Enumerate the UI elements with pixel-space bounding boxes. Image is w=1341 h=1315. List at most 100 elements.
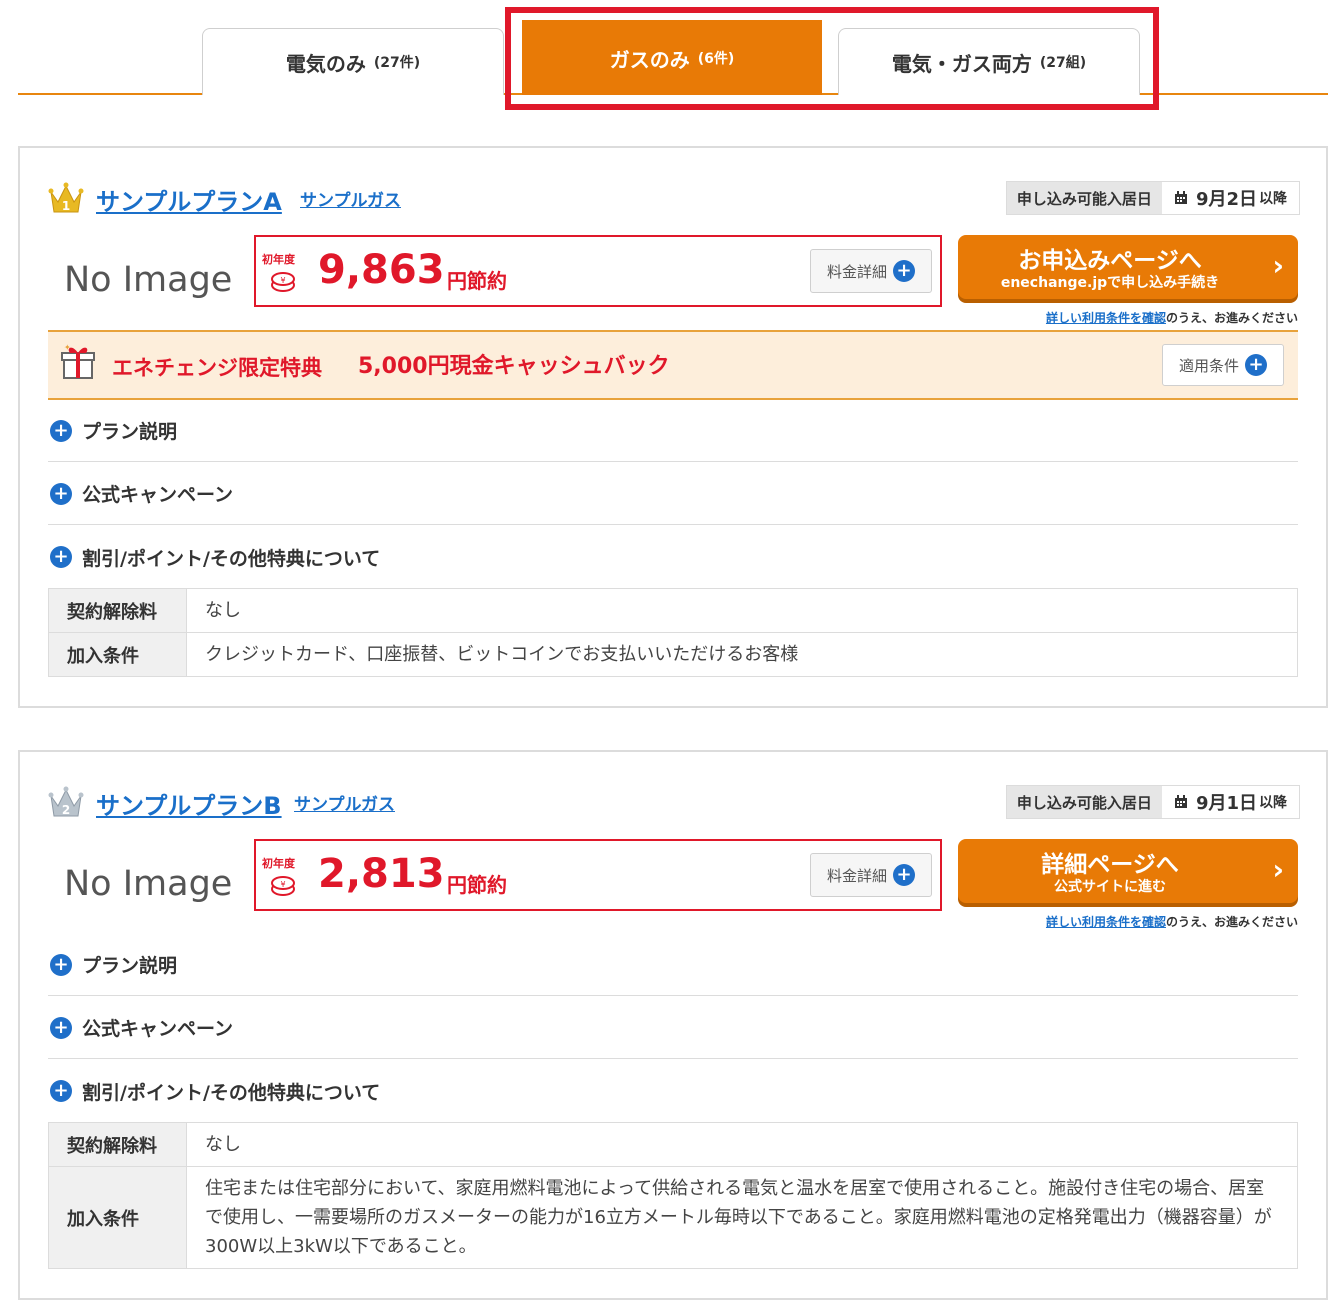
detail-button-sublabel: 公式サイトに進む bbox=[1054, 879, 1166, 895]
savings-suffix: 円節約 bbox=[447, 873, 507, 897]
accordion-label: 割引/ポイント/その他特典について bbox=[82, 547, 381, 570]
calendar-icon bbox=[1174, 795, 1187, 808]
movein-label: 申し込み可能入居日 bbox=[1006, 182, 1162, 214]
calendar-icon bbox=[1174, 191, 1187, 204]
plus-circle-icon: + bbox=[50, 1016, 72, 1039]
accordion-label: 公式キャンペーン bbox=[82, 1018, 234, 1040]
savings-box: 初年度 ¥ 2,813 円節約 料金詳細 + bbox=[254, 839, 942, 911]
first-year-label: 初年度 bbox=[262, 253, 295, 266]
rank-number: 2 bbox=[62, 803, 70, 817]
coin-icon: ¥ bbox=[271, 272, 295, 292]
tab-highlight-box bbox=[505, 7, 1159, 110]
first-year-label: 初年度 bbox=[262, 857, 295, 870]
movein-date: 9月2日 bbox=[1195, 189, 1257, 210]
table-row: 加入条件 住宅または住宅部分において、家庭用燃料電池によって供給される電気と温水… bbox=[48, 1166, 1298, 1269]
plan-card: 1 サンプルプランA サンプルガス 申し込み可能入居日 9月2日 以降 No Im… bbox=[18, 146, 1328, 708]
movein-date-box: 申し込み可能入居日 9月2日 以降 bbox=[1005, 181, 1300, 215]
terms-note: 詳しい利用条件を確認のうえ、お進みください bbox=[1046, 913, 1298, 930]
accordion-discounts-points[interactable]: + 割引/ポイント/その他特典について bbox=[48, 1060, 1298, 1122]
table-value: なし bbox=[186, 1122, 1298, 1167]
plus-circle-icon: + bbox=[50, 953, 72, 976]
terms-note-text: のうえ、お進みください bbox=[1165, 311, 1298, 325]
plan-info-table: 契約解除料 なし 加入条件 住宅または住宅部分において、家庭用燃料電池によって供… bbox=[48, 1122, 1298, 1269]
fee-detail-label: 料金詳細 bbox=[826, 262, 887, 281]
fee-detail-button[interactable]: 料金詳細 + bbox=[810, 249, 932, 293]
savings-box: 初年度 ¥ 9,863 円節約 料金詳細 + bbox=[254, 235, 942, 307]
table-row: 契約解除料 なし bbox=[48, 1122, 1298, 1167]
no-image-placeholder: No Image bbox=[64, 260, 233, 300]
movein-suffix: 以降 bbox=[1259, 795, 1287, 811]
table-row: 契約解除料 なし bbox=[48, 588, 1298, 633]
accordion-discounts-points[interactable]: + 割引/ポイント/その他特典について bbox=[48, 526, 1298, 588]
chevron-right-icon: › bbox=[1272, 853, 1284, 886]
plus-circle-icon: + bbox=[893, 260, 915, 282]
apply-button-label: お申込みページへ bbox=[1018, 248, 1202, 274]
plan-name-link[interactable]: サンプルプランB bbox=[96, 786, 282, 821]
crown-silver-icon: 2 bbox=[48, 786, 84, 817]
accordion-label: プラン説明 bbox=[82, 955, 178, 977]
table-value: クレジットカード、口座振替、ビットコインでお支払いいただけるお客様 bbox=[186, 632, 1298, 677]
savings-amount: 9,863 bbox=[318, 247, 445, 293]
accordion-label: プラン説明 bbox=[82, 421, 178, 443]
accordion-label: 公式キャンペーン bbox=[82, 484, 234, 506]
plus-circle-icon: + bbox=[50, 419, 72, 442]
supplier-link[interactable]: サンプルガス bbox=[300, 186, 401, 211]
tab-label: 電気のみ bbox=[285, 51, 366, 76]
apply-page-button[interactable]: お申込みページへ enechange.jpで申し込み手続き › bbox=[958, 235, 1298, 299]
tab-count: (27件) bbox=[373, 55, 421, 71]
svg-text:✦: ✦ bbox=[64, 343, 71, 352]
svg-text:¥: ¥ bbox=[280, 276, 285, 285]
tab-electricity-only[interactable]: 電気のみ (27件) bbox=[202, 28, 504, 95]
plus-circle-icon: + bbox=[50, 1080, 72, 1102]
plus-circle-icon: + bbox=[893, 864, 915, 886]
terms-note: 詳しい利用条件を確認のうえ、お進みください bbox=[1046, 309, 1298, 326]
svg-text:¥: ¥ bbox=[280, 880, 285, 889]
terms-note-text: のうえ、お進みください bbox=[1165, 915, 1298, 929]
accordion-official-campaign[interactable]: + 公式キャンペーン bbox=[48, 997, 1298, 1059]
movein-suffix: 以降 bbox=[1259, 191, 1287, 207]
plan-card: 2 サンプルプランB サンプルガス 申し込み可能入居日 9月1日 以降 No Im… bbox=[18, 750, 1328, 1300]
crown-gold-icon: 1 bbox=[48, 182, 84, 213]
accordion-plan-description[interactable]: + プラン説明 bbox=[48, 934, 1298, 996]
movein-date: 9月1日 bbox=[1195, 793, 1257, 814]
benefit-title: エネチェンジ限定特典 bbox=[112, 356, 322, 380]
table-key: 加入条件 bbox=[48, 632, 187, 677]
plan-info-table: 契約解除料 なし 加入条件 クレジットカード、口座振替、ビットコインでお支払いい… bbox=[48, 588, 1298, 677]
terms-link[interactable]: 詳しい利用条件を確認 bbox=[1046, 915, 1166, 929]
exclusive-benefit-banner: ✦ エネチェンジ限定特典 5,000円現金キャッシュバック 適用条件 + bbox=[48, 330, 1298, 400]
table-value: なし bbox=[186, 588, 1298, 633]
terms-link[interactable]: 詳しい利用条件を確認 bbox=[1046, 311, 1166, 325]
table-row: 加入条件 クレジットカード、口座振替、ビットコインでお支払いいただけるお客様 bbox=[48, 632, 1298, 677]
movein-value: 9月2日 以降 bbox=[1161, 182, 1299, 214]
savings-suffix: 円節約 bbox=[447, 269, 507, 293]
savings-amount: 2,813 bbox=[318, 851, 445, 897]
no-image-placeholder: No Image bbox=[64, 864, 233, 904]
movein-date-box: 申し込み可能入居日 9月1日 以降 bbox=[1005, 785, 1300, 819]
table-key: 契約解除料 bbox=[48, 1122, 187, 1167]
fee-detail-label: 料金詳細 bbox=[826, 866, 887, 885]
fee-detail-button[interactable]: 料金詳細 + bbox=[810, 853, 932, 897]
gift-icon: ✦ bbox=[61, 343, 95, 379]
plus-circle-icon: + bbox=[50, 546, 72, 568]
plan-type-tabs: 電気のみ (27件) ガスのみ (6件) 電気・ガス両方 (27組) bbox=[0, 0, 1341, 110]
table-value: 住宅または住宅部分において、家庭用燃料電池によって供給される電気と温水を居室で使… bbox=[186, 1166, 1298, 1269]
plus-circle-icon: + bbox=[50, 482, 72, 505]
accordion-label: 割引/ポイント/その他特典について bbox=[82, 1081, 381, 1104]
rank-number: 1 bbox=[62, 199, 70, 213]
apply-conditions-button[interactable]: 適用条件 + bbox=[1162, 344, 1284, 386]
supplier-link[interactable]: サンプルガス bbox=[294, 790, 395, 815]
detail-page-button[interactable]: 詳細ページへ 公式サイトに進む › bbox=[958, 839, 1298, 903]
accordion-plan-description[interactable]: + プラン説明 bbox=[48, 400, 1298, 462]
plan-name-link[interactable]: サンプルプランA bbox=[96, 182, 282, 217]
coin-icon: ¥ bbox=[271, 876, 295, 896]
movein-value: 9月1日 以降 bbox=[1161, 786, 1299, 818]
table-key: 契約解除料 bbox=[48, 588, 187, 633]
chevron-right-icon: › bbox=[1272, 249, 1284, 282]
apply-button-sublabel: enechange.jpで申し込み手続き bbox=[1000, 275, 1220, 291]
accordion-official-campaign[interactable]: + 公式キャンペーン bbox=[48, 463, 1298, 525]
table-key: 加入条件 bbox=[48, 1166, 187, 1269]
benefit-text: 5,000円現金キャッシュバック bbox=[358, 354, 670, 379]
plus-circle-icon: + bbox=[1245, 354, 1267, 376]
conditions-label: 適用条件 bbox=[1178, 356, 1239, 375]
movein-label: 申し込み可能入居日 bbox=[1006, 786, 1162, 818]
